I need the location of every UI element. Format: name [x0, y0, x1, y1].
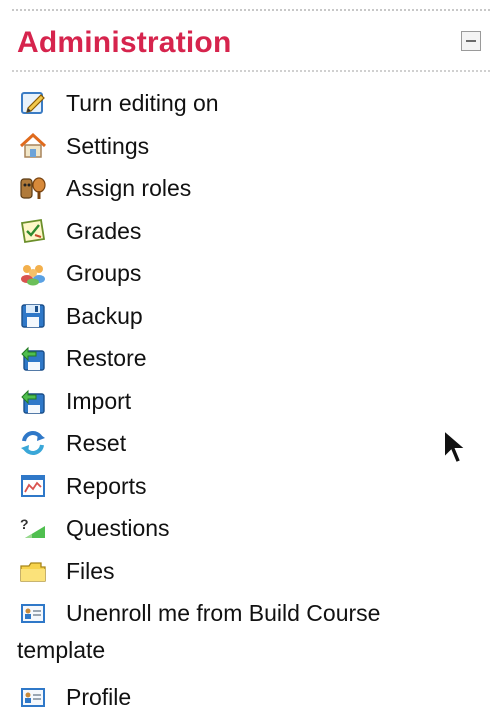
menu-item-label: Reports: [66, 472, 147, 499]
menu-item-files[interactable]: Files: [0, 550, 498, 593]
menu-item-restore[interactable]: Restore: [0, 337, 498, 380]
menu-item-label-continued: template: [17, 637, 106, 663]
reports-icon: [19, 472, 47, 500]
restore-icon: [19, 344, 47, 372]
menu-item-label: Profile: [66, 684, 132, 710]
menu-item-settings[interactable]: Settings: [0, 125, 498, 168]
menu-item-assign-roles[interactable]: Assign roles: [0, 167, 498, 210]
menu-item-reports[interactable]: Reports: [0, 465, 498, 508]
menu-item-reset[interactable]: Reset: [0, 422, 498, 465]
menu-item-grades[interactable]: Grades: [0, 210, 498, 253]
folder-icon: [19, 557, 47, 585]
top-divider: [12, 9, 490, 11]
menu-item-label: Restore: [66, 345, 147, 371]
menu-item-label: Import: [66, 387, 132, 414]
mouse-pointer-icon: [442, 427, 472, 468]
menu-item-questions[interactable]: ? Questions: [0, 507, 498, 550]
settings-icon: [19, 132, 47, 160]
menu-item-label: Files: [66, 557, 115, 584]
menu-item-label: Groups: [66, 260, 142, 286]
menu-item-unenroll[interactable]: Unenroll me from Build Course template: [0, 592, 498, 676]
groups-icon: [19, 259, 47, 287]
block-header: Administration: [0, 18, 498, 72]
assign-roles-icon: [19, 174, 47, 202]
user-card-icon: [19, 683, 47, 711]
block-title: Administration: [17, 26, 232, 59]
menu-item-label: Grades: [66, 217, 142, 244]
menu-item-turn-editing-on[interactable]: Turn editing on: [0, 82, 498, 125]
menu-item-label: Questions: [66, 515, 170, 541]
menu-item-label: Unenroll me from Build Course: [66, 600, 381, 626]
admin-menu: Turn editing on Settings Assign roles Gr…: [0, 82, 498, 719]
menu-item-import[interactable]: Import: [0, 380, 498, 423]
menu-item-label: Backup: [66, 302, 143, 329]
administration-block: Administration Turn editing on Settings …: [0, 0, 498, 728]
user-card-icon: [19, 599, 47, 627]
backup-icon: [19, 302, 47, 330]
menu-item-label: Assign roles: [66, 175, 192, 201]
menu-item-label: Turn editing on: [66, 90, 219, 116]
collapse-button[interactable]: [461, 31, 481, 51]
reset-icon: [19, 429, 47, 457]
menu-item-profile[interactable]: Profile: [0, 676, 498, 719]
menu-item-backup[interactable]: Backup: [0, 295, 498, 338]
menu-item-label: Reset: [66, 430, 127, 456]
import-icon: [19, 387, 47, 415]
grades-icon: [19, 217, 47, 245]
header-divider: [12, 70, 490, 72]
questions-icon: ?: [19, 514, 47, 542]
edit-pencil-icon: [19, 89, 47, 117]
svg-text:?: ?: [20, 516, 29, 532]
menu-item-label: Settings: [66, 132, 150, 159]
menu-item-groups[interactable]: Groups: [0, 252, 498, 295]
